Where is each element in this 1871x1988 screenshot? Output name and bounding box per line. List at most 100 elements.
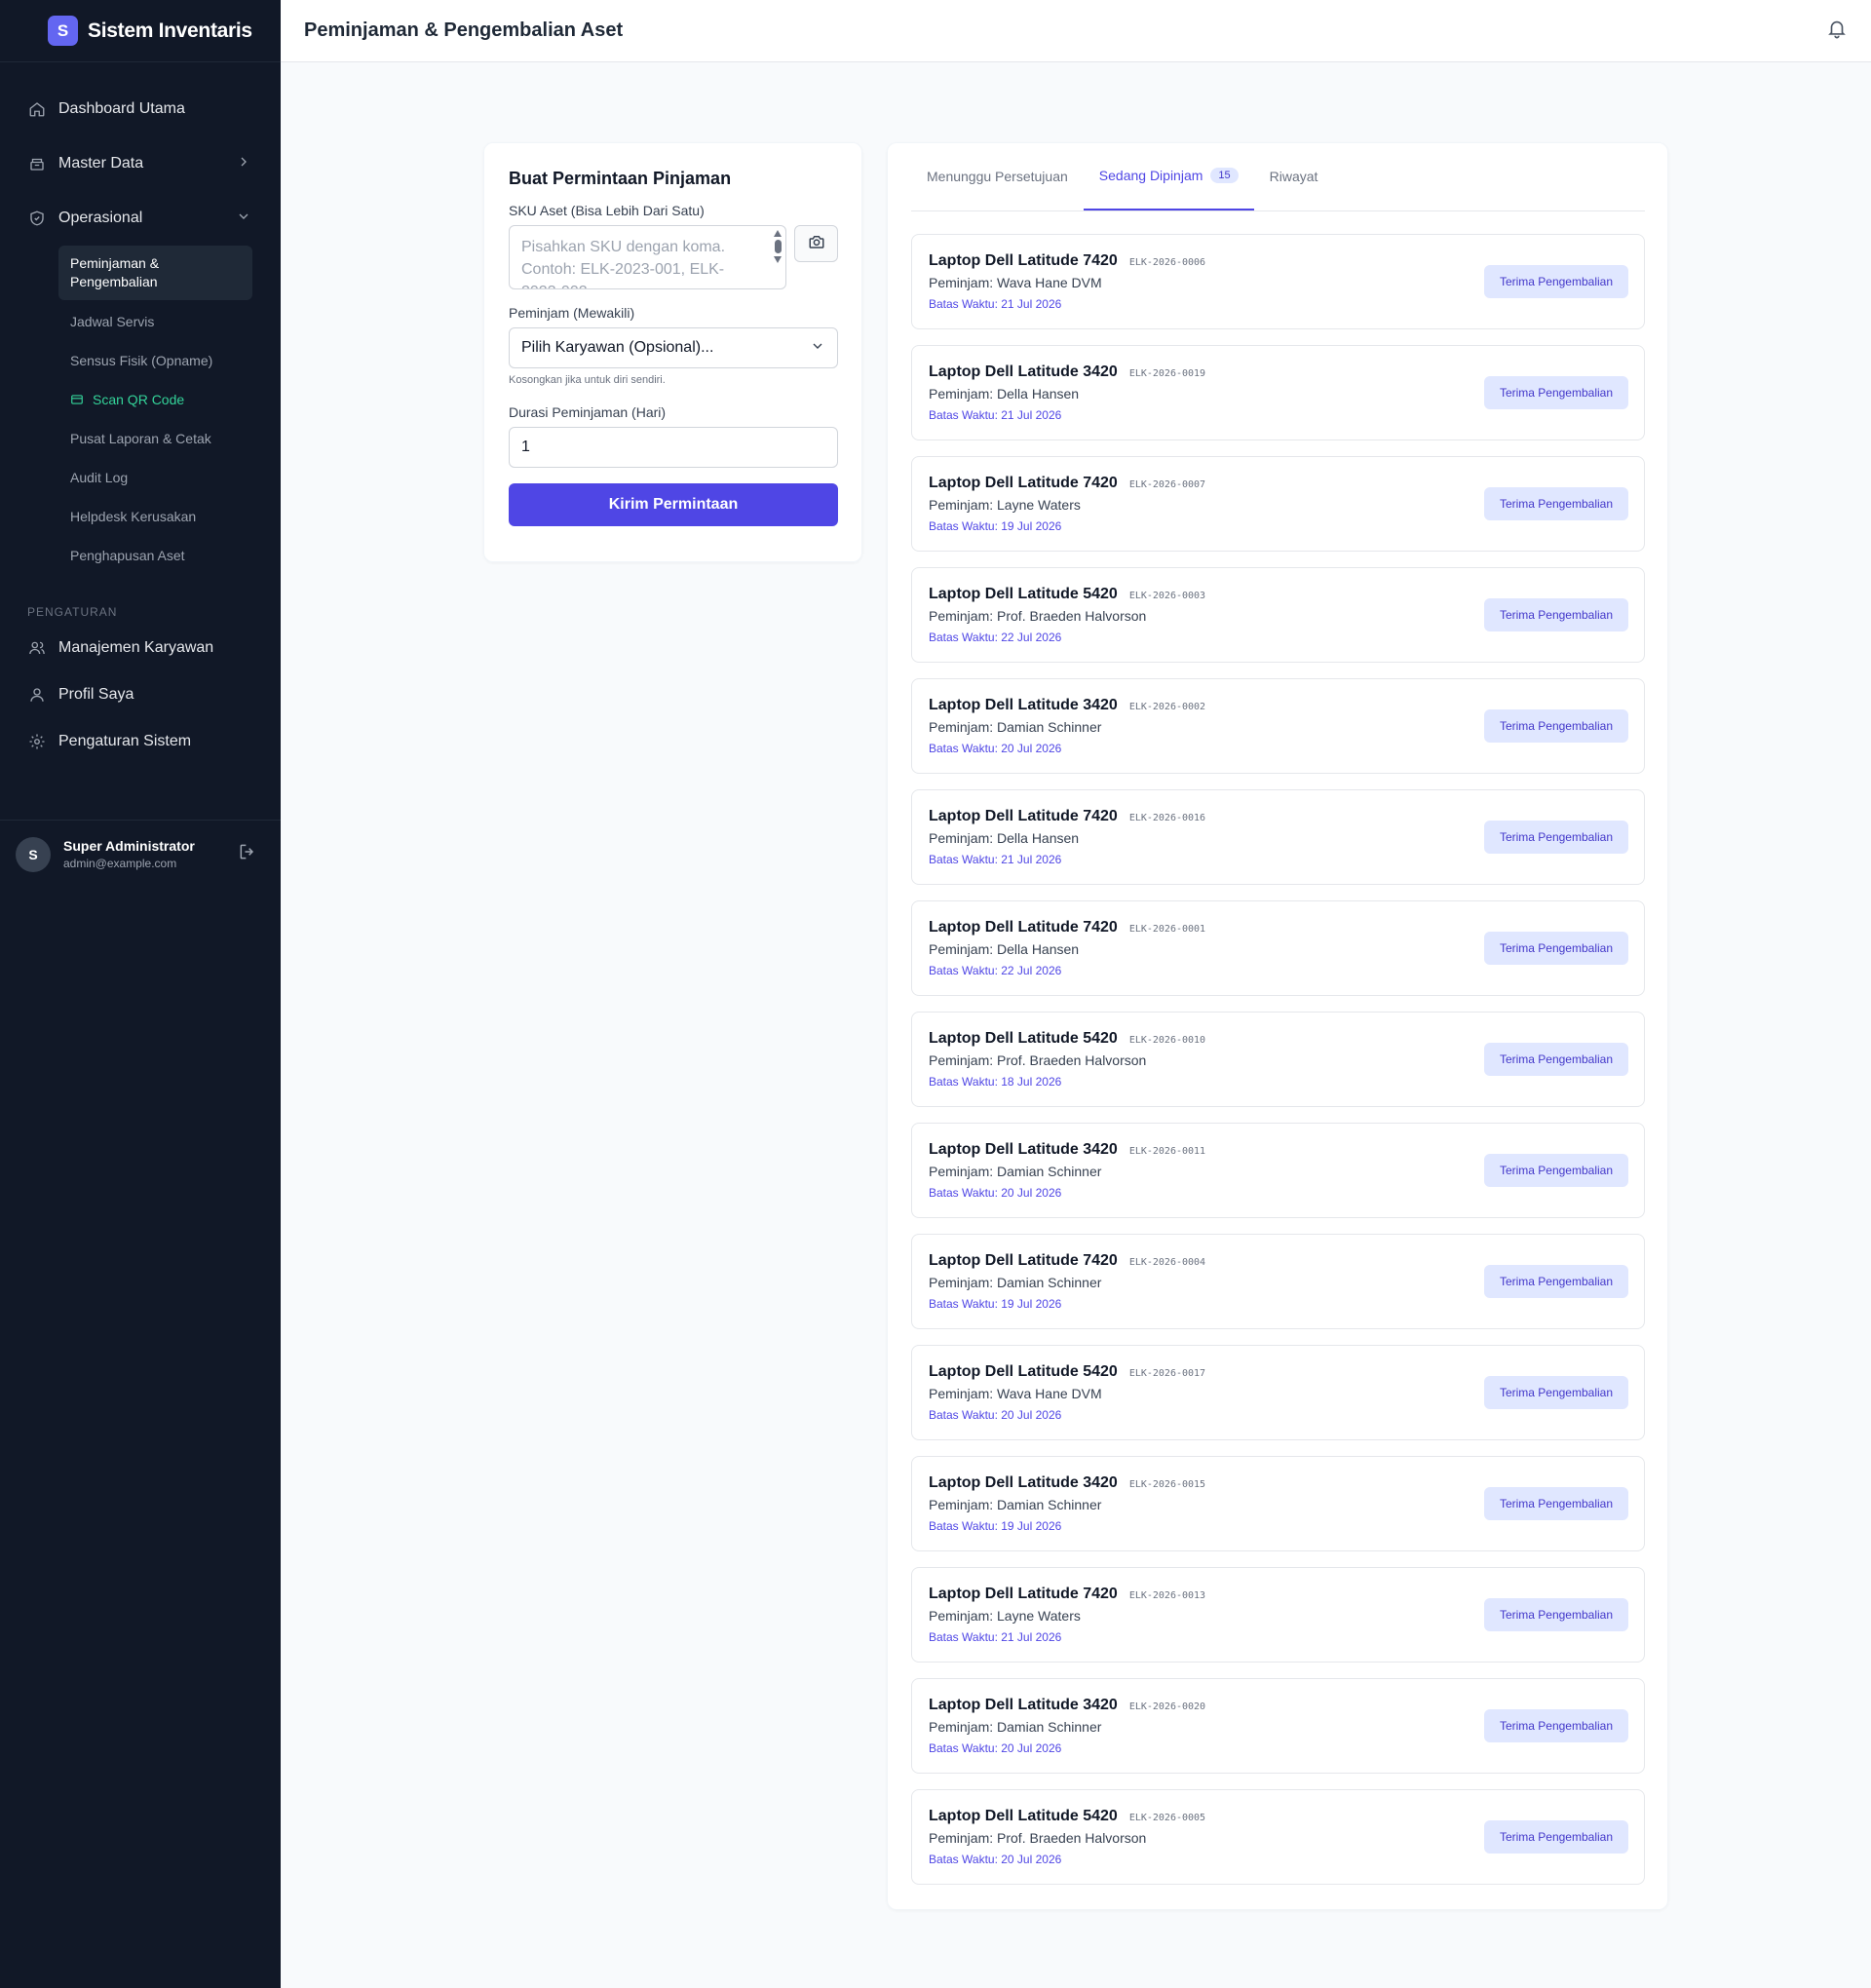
submit-request-button[interactable]: Kirim Permintaan bbox=[509, 483, 838, 526]
chevron-down-icon bbox=[810, 338, 825, 359]
borrower-name: Peminjam: Della Hansen bbox=[929, 941, 1080, 957]
asset-name: Laptop Dell Latitude 7420 bbox=[929, 1252, 1118, 1269]
avatar[interactable]: S bbox=[16, 836, 51, 872]
borrower-select[interactable]: Pilih Karyawan (Opsional)... bbox=[509, 327, 838, 368]
loan-title-row: Laptop Dell Latitude 7420 ELK-2026-0013 bbox=[929, 1586, 1484, 1603]
logout-icon[interactable] bbox=[238, 842, 257, 866]
asset-sku: ELK-2026-0010 bbox=[1128, 1035, 1206, 1046]
loan-title-row: Laptop Dell Latitude 7420 ELK-2026-0016 bbox=[929, 808, 1484, 825]
accept-return-button[interactable]: Terima Pengembalian bbox=[1483, 1820, 1628, 1854]
accept-return-button[interactable]: Terima Pengembalian bbox=[1483, 487, 1628, 520]
main-nav: Dashboard Utama Master Data Operasional … bbox=[0, 62, 281, 765]
nav-item-pengaturan-sistem[interactable]: Pengaturan Sistem bbox=[0, 718, 281, 765]
home-icon bbox=[27, 99, 47, 119]
accept-return-button[interactable]: Terima Pengembalian bbox=[1483, 1376, 1628, 1409]
borrower-name: Peminjam: Layne Waters bbox=[929, 1608, 1081, 1624]
accept-return-button[interactable]: Terima Pengembalian bbox=[1483, 821, 1628, 854]
user-icon bbox=[27, 685, 47, 705]
loan-info: Laptop Dell Latitude 7420 ELK-2026-0013 Pe… bbox=[929, 1586, 1484, 1644]
accept-return-button[interactable]: Terima Pengembalian bbox=[1483, 1154, 1628, 1187]
nav-item-manajemen-karyawan[interactable]: Manajemen Karyawan bbox=[0, 625, 281, 671]
nav-item-dashboard[interactable]: Dashboard Utama bbox=[0, 82, 281, 136]
loan-info: Laptop Dell Latitude 7420 ELK-2026-0001 Pe… bbox=[929, 919, 1484, 977]
asset-sku: ELK-2026-0005 bbox=[1128, 1813, 1206, 1823]
list-item: Laptop Dell Latitude 7420 ELK-2026-0001 Pe… bbox=[911, 900, 1645, 996]
user-email: admin@example.com bbox=[63, 857, 177, 870]
loan-info: Laptop Dell Latitude 5420 ELK-2026-0005 Pe… bbox=[929, 1808, 1484, 1866]
sidebar-item-peminjaman[interactable]: Peminjaman & Pengembalian bbox=[58, 246, 252, 300]
asset-sku: ELK-2026-0004 bbox=[1128, 1257, 1206, 1268]
list-item: Laptop Dell Latitude 5420 ELK-2026-0010 Pe… bbox=[911, 1012, 1645, 1107]
accept-return-button[interactable]: Terima Pengembalian bbox=[1483, 265, 1628, 298]
asset-name: Laptop Dell Latitude 3420 bbox=[929, 1474, 1118, 1491]
duration-input[interactable]: 1 bbox=[509, 427, 838, 468]
accept-return-button[interactable]: Terima Pengembalian bbox=[1483, 1598, 1628, 1631]
loan-info: Laptop Dell Latitude 3420 ELK-2026-0019 Pe… bbox=[929, 363, 1484, 422]
due-date: Batas Waktu: 22 Jul 2026 bbox=[929, 631, 1062, 644]
loan-info: Laptop Dell Latitude 7420 ELK-2026-0006 Pe… bbox=[929, 252, 1484, 311]
sidebar-item-jadwal-servis[interactable]: Jadwal Servis bbox=[58, 302, 252, 341]
accept-return-button[interactable]: Terima Pengembalian bbox=[1483, 1709, 1628, 1742]
nav-item-profil-saya[interactable]: Profil Saya bbox=[0, 671, 281, 718]
users-icon bbox=[27, 638, 47, 658]
due-date: Batas Waktu: 21 Jul 2026 bbox=[929, 297, 1062, 311]
tab-menunggu-persetujuan[interactable]: Menunggu Persetujuan bbox=[911, 142, 1084, 210]
borrower-name: Peminjam: Layne Waters bbox=[929, 497, 1081, 513]
accept-return-button[interactable]: Terima Pengembalian bbox=[1483, 1487, 1628, 1520]
accept-return-button[interactable]: Terima Pengembalian bbox=[1483, 932, 1628, 965]
sidebar-item-pusat-laporan[interactable]: Pusat Laporan & Cetak bbox=[58, 419, 252, 458]
accept-return-button[interactable]: Terima Pengembalian bbox=[1483, 598, 1628, 631]
shield-icon bbox=[27, 209, 47, 228]
sku-textarea[interactable]: Pisahkan SKU dengan koma. Contoh: ELK-20… bbox=[509, 225, 787, 289]
brand[interactable]: S Sistem Inventaris bbox=[0, 0, 281, 62]
user-info: Super Administrator admin@example.com bbox=[63, 838, 238, 870]
sidebar-item-scan-qr[interactable]: Scan QR Code bbox=[58, 380, 252, 419]
sidebar-item-helpdesk[interactable]: Helpdesk Kerusakan bbox=[58, 497, 252, 536]
sidebar-item-penghapusan[interactable]: Penghapusan Aset bbox=[58, 536, 252, 575]
count-badge: 15 bbox=[1210, 168, 1239, 183]
tab-label: Menunggu Persetujuan bbox=[927, 169, 1068, 184]
scroll-thumb[interactable] bbox=[774, 240, 782, 253]
list-item: Laptop Dell Latitude 7420 ELK-2026-0006 Pe… bbox=[911, 234, 1645, 329]
due-date: Batas Waktu: 20 Jul 2026 bbox=[929, 1186, 1062, 1200]
accept-return-button[interactable]: Terima Pengembalian bbox=[1483, 1043, 1628, 1076]
accept-return-button[interactable]: Terima Pengembalian bbox=[1483, 376, 1628, 409]
tab-label: Riwayat bbox=[1269, 169, 1318, 184]
asset-sku: ELK-2026-0020 bbox=[1128, 1701, 1206, 1712]
sidebar-item-sensus-fisik[interactable]: Sensus Fisik (Opname) bbox=[58, 341, 252, 380]
list-item: Laptop Dell Latitude 5420 ELK-2026-0017 Pe… bbox=[911, 1345, 1645, 1440]
section-label-pengaturan: PENGATURAN bbox=[27, 605, 118, 619]
borrower-name: Peminjam: Wava Hane DVM bbox=[929, 1386, 1102, 1401]
borrower-name: Peminjam: Della Hansen bbox=[929, 830, 1080, 846]
list-item: Laptop Dell Latitude 3420 ELK-2026-0015 Pe… bbox=[911, 1456, 1645, 1551]
operasional-subnav: Peminjaman & Pengembalian Jadwal Servis … bbox=[0, 246, 281, 575]
sidebar-item-audit-log[interactable]: Audit Log bbox=[58, 458, 252, 497]
asset-name: Laptop Dell Latitude 7420 bbox=[929, 1586, 1118, 1602]
asset-name: Laptop Dell Latitude 5420 bbox=[929, 1363, 1118, 1380]
list-item: Laptop Dell Latitude 3420 ELK-2026-0011 Pe… bbox=[911, 1123, 1645, 1218]
nav-item-label: Pengaturan Sistem bbox=[58, 733, 192, 749]
scan-camera-button[interactable] bbox=[794, 225, 838, 262]
sidebar-item-label: Scan QR Code bbox=[93, 392, 185, 407]
nav-item-operasional[interactable]: Operasional bbox=[0, 191, 281, 246]
list-item: Laptop Dell Latitude 7420 ELK-2026-0004 Pe… bbox=[911, 1234, 1645, 1329]
accept-return-button[interactable]: Terima Pengembalian bbox=[1483, 709, 1628, 743]
qr-code-icon bbox=[70, 393, 84, 406]
asset-name: Laptop Dell Latitude 7420 bbox=[929, 475, 1118, 491]
top-header: Peminjaman & Pengembalian Aset bbox=[281, 0, 1871, 62]
due-date: Batas Waktu: 20 Jul 2026 bbox=[929, 742, 1062, 755]
nav-item-master-data[interactable]: Master Data bbox=[0, 136, 281, 191]
accept-return-button[interactable]: Terima Pengembalian bbox=[1483, 1265, 1628, 1298]
loan-title-row: Laptop Dell Latitude 7420 ELK-2026-0001 bbox=[929, 919, 1484, 937]
list-item: Laptop Dell Latitude 5420 ELK-2026-0003 Pe… bbox=[911, 567, 1645, 663]
asset-name: Laptop Dell Latitude 5420 bbox=[929, 1808, 1118, 1824]
loan-info: Laptop Dell Latitude 3420 ELK-2026-0002 Pe… bbox=[929, 697, 1484, 755]
borrower-name: Peminjam: Della Hansen bbox=[929, 386, 1080, 401]
tab-sedang-dipinjam[interactable]: Sedang Dipinjam 15 bbox=[1083, 142, 1254, 210]
tab-riwayat[interactable]: Riwayat bbox=[1254, 142, 1334, 210]
loan-title-row: Laptop Dell Latitude 7420 ELK-2026-0007 bbox=[929, 475, 1484, 492]
loan-title-row: Laptop Dell Latitude 5420 ELK-2026-0010 bbox=[929, 1030, 1484, 1048]
textarea-scrollbar[interactable] bbox=[773, 230, 783, 285]
loan-title-row: Laptop Dell Latitude 5420 ELK-2026-0005 bbox=[929, 1808, 1484, 1825]
bell-icon[interactable] bbox=[1826, 18, 1848, 44]
